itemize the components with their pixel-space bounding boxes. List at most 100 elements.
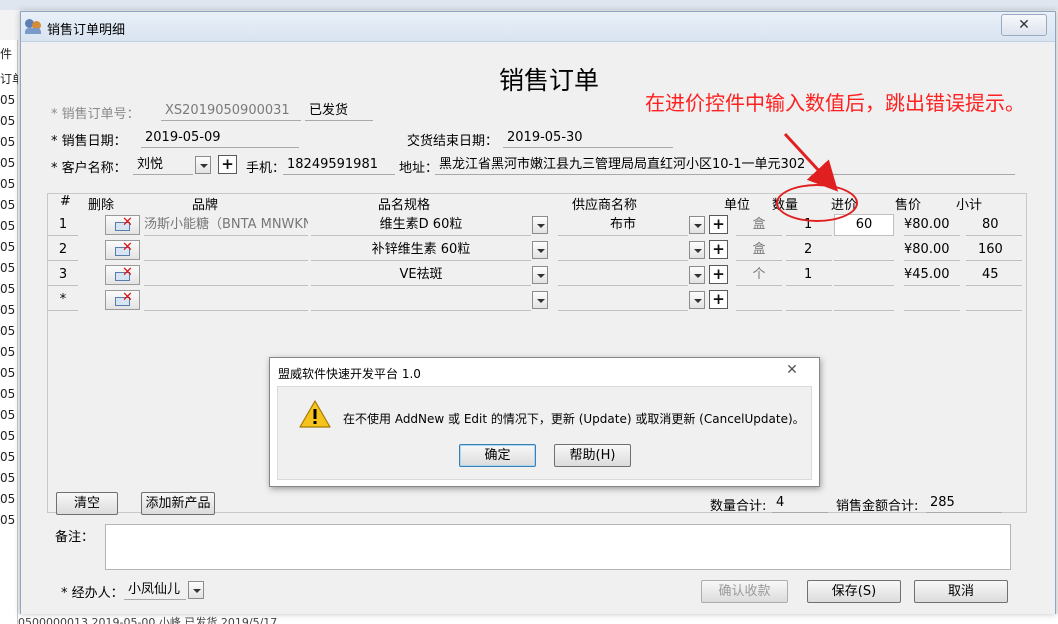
background-toolbar — [0, 0, 1058, 10]
highlight-ellipse — [776, 184, 858, 222]
unit-cell: 个 — [736, 264, 782, 286]
brand-cell[interactable] — [144, 289, 308, 311]
address-field[interactable]: 黑龙江省黑河市嫩江县九三管理局局直红河小区10-1一单元302 — [435, 155, 1015, 175]
address-label: 地址： — [399, 161, 439, 176]
price-cell: ¥80.00 — [904, 239, 960, 261]
product-dropdown-button[interactable] — [532, 216, 548, 234]
add-supplier-button[interactable]: + — [709, 290, 728, 309]
col-header-price: 售价 — [895, 198, 922, 213]
unit-cell — [736, 289, 782, 311]
product-cell[interactable]: 补锌维生素 60粒 — [311, 239, 531, 261]
order-no-label: * 销售订单号： — [51, 107, 140, 122]
add-supplier-button[interactable]: + — [709, 265, 728, 284]
supplier-cell[interactable] — [558, 289, 688, 311]
cancel-button[interactable]: 取消 — [914, 580, 1008, 603]
dialog-message: 在不使用 AddNew 或 Edit 的情况下，更新 (Update) 或取消更… — [343, 412, 805, 426]
price-cell: ¥45.00 — [904, 264, 960, 286]
price-cell: ¥80.00 — [904, 214, 960, 236]
customer-field[interactable]: 刘悦 — [133, 155, 193, 175]
add-supplier-button[interactable]: + — [709, 215, 728, 234]
subtotal-cell: 45 — [966, 264, 1022, 286]
save-button[interactable]: 保存(S) — [807, 580, 901, 603]
status-field: 已发货 — [305, 101, 373, 121]
order-form: 销售订单 在进价控件中输入数值后，跳出错误提示。 * 销售订单号： XS2019… — [21, 43, 1055, 614]
brand-cell[interactable] — [144, 264, 308, 286]
handler-field[interactable]: 小凤仙儿 — [124, 580, 186, 600]
supplier-dropdown-button[interactable] — [689, 241, 705, 259]
dialog-title: 盟威软件快速开发平台 1.0 — [278, 367, 421, 381]
product-dropdown-button[interactable] — [532, 291, 548, 309]
add-product-button[interactable]: 添加新产品 — [141, 492, 215, 515]
col-header-brand: 品牌 — [192, 198, 219, 213]
cost-price-cell[interactable] — [834, 264, 894, 286]
order-detail-window: 销售订单明细 ✕ 销售订单 在进价控件中输入数值后，跳出错误提示。 * 销售订单… — [20, 11, 1056, 614]
order-no-field[interactable]: XS2019050900031 — [161, 101, 301, 121]
error-dialog: 盟威软件快速开发平台 1.0 ✕ 在不使用 AddNew 或 Edit 的情况下… — [269, 357, 820, 487]
window-title: 销售订单明细 — [47, 23, 126, 38]
background-list-column: 件 订单 05 05 05 05 05 05 05 05 05 05 05 05… — [0, 40, 18, 624]
qty-cell[interactable]: 2 — [786, 239, 832, 261]
product-dropdown-button[interactable] — [532, 266, 548, 284]
supplier-cell[interactable]: 布市 — [558, 214, 688, 236]
background-list-cell: 05 — [0, 513, 16, 527]
handler-label: * 经办人： — [61, 586, 124, 601]
clear-button[interactable]: 清空 — [56, 492, 118, 515]
col-header-delete: 删除 — [88, 198, 115, 213]
users-icon — [25, 19, 43, 35]
brand-cell[interactable] — [144, 239, 308, 261]
page-title: 销售订单 — [499, 66, 600, 95]
price-cell — [904, 289, 960, 311]
brand-cell[interactable]: 汤斯小能糖（BNTA MNWKN — [144, 214, 308, 236]
row-num: 2 — [48, 239, 78, 261]
amount-total-field: 285 — [926, 493, 1002, 513]
product-cell[interactable]: 维生素D 60粒 — [311, 214, 531, 236]
annotation-text: 在进价控件中输入数值后，跳出错误提示。 — [645, 91, 1025, 115]
add-supplier-button[interactable]: + — [709, 240, 728, 259]
remark-textarea[interactable] — [105, 524, 1011, 570]
supplier-cell[interactable] — [558, 239, 688, 261]
supplier-dropdown-button[interactable] — [689, 291, 705, 309]
remark-label: 备注： — [55, 530, 95, 545]
col-header-unit: 单位 — [724, 198, 751, 213]
cost-price-cell[interactable] — [834, 239, 894, 261]
customer-label: * 客户名称： — [51, 161, 127, 176]
qty-cell[interactable] — [786, 289, 832, 311]
delete-row-button[interactable]: ✕ — [105, 265, 140, 285]
dialog-close-button[interactable]: ✕ — [771, 360, 813, 380]
customer-dropdown-button[interactable] — [195, 156, 211, 174]
window-titlebar: 销售订单明细 ✕ — [21, 12, 1055, 42]
cost-price-cell[interactable] — [834, 289, 894, 311]
delete-row-button[interactable]: ✕ — [105, 215, 140, 235]
qty-total-label: 数量合计: — [710, 499, 767, 514]
qty-cell[interactable]: 1 — [786, 264, 832, 286]
warning-icon — [299, 400, 331, 428]
supplier-dropdown-button[interactable] — [689, 266, 705, 284]
supplier-cell[interactable] — [558, 264, 688, 286]
amount-total-label: 销售金额合计: — [836, 499, 919, 514]
supplier-dropdown-button[interactable] — [689, 216, 705, 234]
add-customer-button[interactable]: + — [218, 155, 237, 174]
handler-dropdown-button[interactable] — [188, 581, 204, 599]
delivery-end-field[interactable]: 2019-05-30 — [503, 128, 673, 148]
sale-date-field[interactable]: 2019-05-09 — [141, 128, 299, 148]
subtotal-cell: 160 — [966, 239, 1022, 261]
confirm-payment-button[interactable]: 确认收款 — [701, 580, 788, 603]
dialog-titlebar: 盟威软件快速开发平台 1.0 ✕ — [270, 358, 819, 386]
unit-cell: 盒 — [736, 214, 782, 236]
row-num: * — [48, 289, 78, 311]
sale-date-label: * 销售日期： — [51, 134, 127, 149]
window-close-button[interactable]: ✕ — [1001, 14, 1047, 36]
subtotal-cell: 80 — [966, 214, 1022, 236]
row-num: 3 — [48, 264, 78, 286]
phone-label: 手机： — [246, 161, 286, 176]
product-cell[interactable]: VE祛斑 — [311, 264, 531, 286]
ok-button[interactable]: 确定 — [459, 444, 536, 467]
delete-row-button[interactable]: ✕ — [105, 290, 140, 310]
delete-row-button[interactable]: ✕ — [105, 240, 140, 260]
unit-cell: 盒 — [736, 239, 782, 261]
product-cell[interactable] — [311, 289, 531, 311]
product-dropdown-button[interactable] — [532, 241, 548, 259]
col-header-supplier: 供应商名称 — [572, 198, 638, 213]
help-button[interactable]: 帮助(H) — [554, 444, 631, 467]
phone-field[interactable]: 18249591981 — [283, 155, 395, 175]
